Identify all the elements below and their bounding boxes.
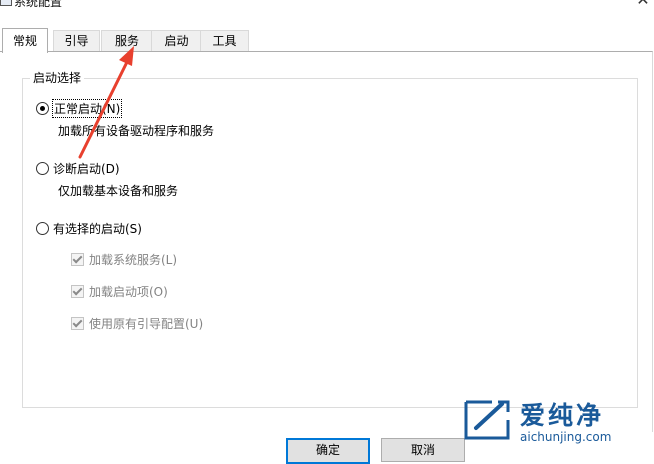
- load-system-services-option[interactable]: 加载系统服务(L): [71, 251, 177, 268]
- diagnostic-startup-option[interactable]: 诊断启动(D): [36, 160, 120, 177]
- close-button[interactable]: ✕: [632, 0, 654, 10]
- load-startup-items-checkbox[interactable]: [71, 285, 84, 298]
- tab-strip: 常规 引导 服务 启动 工具: [0, 28, 654, 53]
- watermark: 爱纯净 aichunjing.com: [462, 396, 654, 454]
- window-title: 系统配置: [14, 0, 63, 9]
- app-icon: [0, 0, 12, 6]
- normal-startup-label[interactable]: 正常启动(N): [51, 99, 123, 118]
- tab-startup[interactable]: 启动: [151, 30, 202, 51]
- tab-tools[interactable]: 工具: [200, 30, 249, 51]
- tab-boot[interactable]: 引导: [53, 30, 100, 51]
- normal-startup-description: 加载所有设备驱动程序和服务: [58, 124, 215, 138]
- title-bar: 系统配置 ✕: [0, 0, 654, 22]
- load-system-services-label: 加载系统服务(L): [89, 253, 178, 267]
- startup-selection-legend: 启动选择: [30, 69, 85, 86]
- load-startup-items-label: 加载启动项(O): [89, 285, 168, 299]
- selective-startup-radio[interactable]: [36, 222, 49, 235]
- ok-button[interactable]: 确定: [286, 438, 370, 464]
- watermark-logo-icon: [464, 400, 510, 440]
- tab-services[interactable]: 服务: [101, 30, 153, 51]
- use-original-boot-config-option[interactable]: 使用原有引导配置(U): [71, 315, 203, 332]
- diagnostic-startup-description: 仅加载基本设备和服务: [58, 184, 179, 198]
- selective-startup-label[interactable]: 有选择的启动(S): [53, 220, 142, 237]
- tab-general[interactable]: 常规: [2, 28, 48, 53]
- selective-startup-option[interactable]: 有选择的启动(S): [36, 220, 142, 237]
- cancel-button[interactable]: 取消: [381, 438, 465, 462]
- watermark-url: aichunjing.com: [520, 430, 612, 444]
- watermark-brand: 爱纯净: [520, 401, 605, 430]
- use-original-boot-config-checkbox[interactable]: [71, 317, 84, 330]
- normal-startup-option[interactable]: 正常启动(N): [36, 99, 123, 118]
- normal-startup-radio[interactable]: [36, 102, 49, 115]
- diagnostic-startup-label[interactable]: 诊断启动(D): [53, 160, 120, 177]
- load-startup-items-option[interactable]: 加载启动项(O): [71, 283, 168, 300]
- load-system-services-checkbox[interactable]: [71, 253, 84, 266]
- use-original-boot-config-label: 使用原有引导配置(U): [89, 317, 204, 331]
- diagnostic-startup-radio[interactable]: [36, 162, 49, 175]
